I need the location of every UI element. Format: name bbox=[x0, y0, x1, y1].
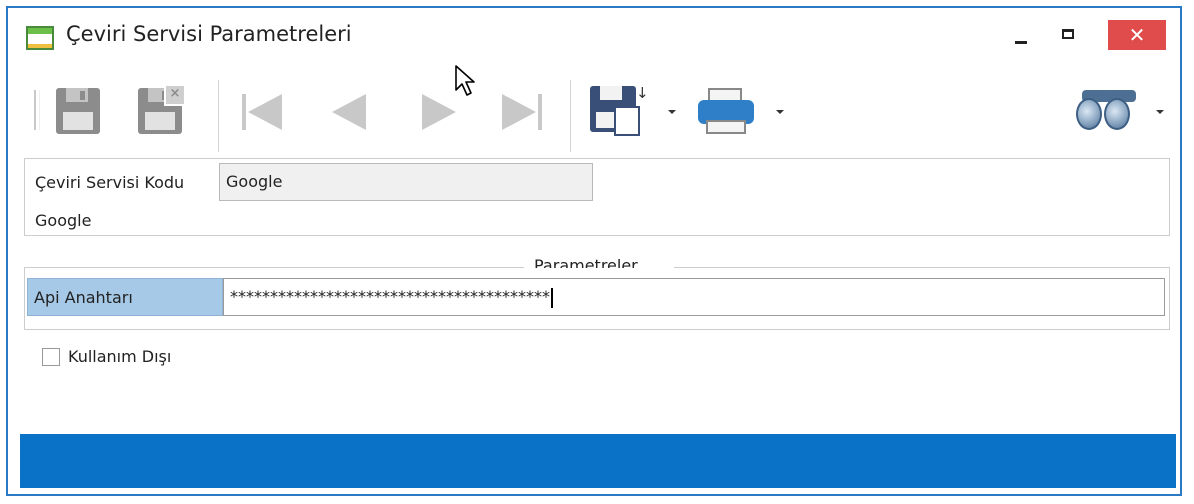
service-code-label: Çeviri Servisi Kodu bbox=[35, 173, 185, 192]
disabled-checkbox[interactable] bbox=[42, 348, 60, 366]
next-record-icon bbox=[422, 94, 456, 130]
chevron-down-icon[interactable] bbox=[776, 110, 784, 114]
save-button[interactable] bbox=[52, 84, 104, 138]
cancel-save-icon: × bbox=[138, 84, 186, 134]
maximize-button[interactable] bbox=[1050, 20, 1090, 50]
service-description: Google bbox=[35, 211, 92, 230]
export-button[interactable]: ↓ bbox=[586, 84, 676, 138]
window-title: Çeviri Servisi Parametreleri bbox=[66, 22, 352, 46]
chevron-down-icon[interactable] bbox=[668, 110, 676, 114]
dialog-window: Çeviri Servisi Parametreleri ✕ × ↓ Çevir… bbox=[6, 6, 1182, 496]
text-caret bbox=[551, 287, 553, 308]
last-record-button[interactable] bbox=[494, 84, 550, 138]
service-code-field: Google bbox=[219, 163, 593, 201]
previous-record-button[interactable] bbox=[324, 84, 376, 138]
toolbar-grip[interactable] bbox=[34, 90, 40, 130]
find-button[interactable] bbox=[1072, 84, 1168, 138]
print-button[interactable] bbox=[696, 84, 786, 138]
chevron-down-icon[interactable] bbox=[1156, 110, 1164, 114]
previous-record-icon bbox=[332, 94, 366, 130]
minimize-button[interactable] bbox=[1003, 20, 1043, 50]
api-key-input[interactable]: **************************************** bbox=[223, 278, 1165, 316]
service-info-panel: Çeviri Servisi Kodu Google Google bbox=[24, 158, 1170, 236]
mouse-pointer-icon bbox=[455, 65, 475, 96]
parameters-frame: Api Anahtarı ***************************… bbox=[24, 268, 1170, 330]
api-key-label: Api Anahtarı bbox=[27, 278, 223, 316]
toolbar: × ↓ bbox=[8, 68, 1180, 158]
toolbar-separator bbox=[218, 80, 219, 152]
cancel-button[interactable]: × bbox=[134, 84, 190, 138]
close-button[interactable]: ✕ bbox=[1108, 20, 1166, 50]
parameters-group: Parametreler Api Anahtarı **************… bbox=[24, 256, 1170, 332]
save-icon bbox=[56, 88, 100, 134]
first-record-button[interactable] bbox=[236, 84, 288, 138]
form-window-icon bbox=[26, 26, 54, 50]
toolbar-separator bbox=[570, 80, 571, 152]
disabled-checkbox-label[interactable]: Kullanım Dışı bbox=[68, 347, 171, 366]
api-key-value: **************************************** bbox=[230, 287, 550, 306]
title-bar[interactable]: Çeviri Servisi Parametreleri ✕ bbox=[8, 8, 1180, 64]
status-bar bbox=[20, 434, 1176, 488]
